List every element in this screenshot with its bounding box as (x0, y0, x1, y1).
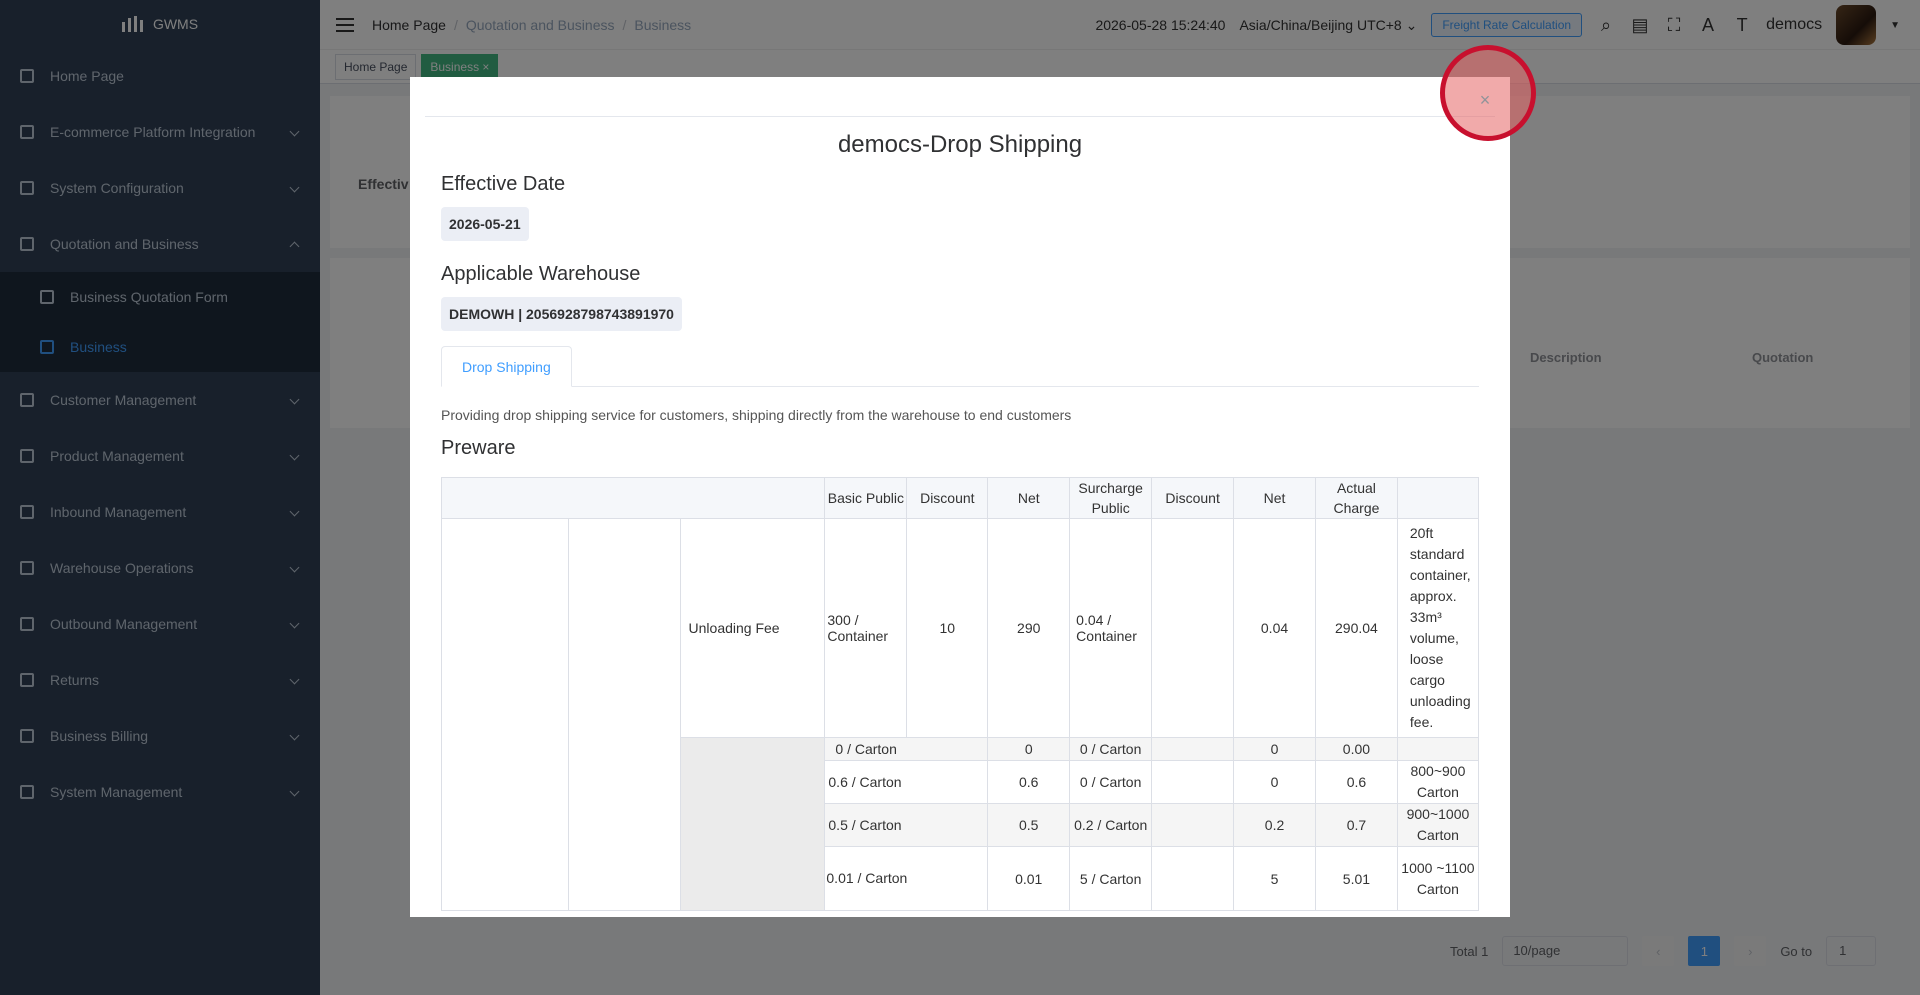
dialog-body: democs-Drop Shipping Effective Date 2026… (410, 131, 1510, 911)
dialog-title: democs-Drop Shipping (837, 131, 1083, 158)
preware-heading: Preware (441, 437, 516, 459)
header-discount: Discount (1151, 477, 1235, 519)
net-cell: 0 (987, 737, 1071, 761)
header-net: Net (987, 477, 1071, 519)
surcharge-net-cell: 0 (1233, 737, 1316, 761)
header-actual-charge: Actual Charge (1314, 477, 1398, 519)
header-blank (440, 477, 826, 519)
net-cell: 0.5 (987, 803, 1071, 847)
net-cell: 0.01 (987, 846, 1071, 911)
surcharge-cell: 0.2 / Carton (1069, 803, 1153, 847)
basic-public-cell: 0 / Carton (824, 737, 989, 761)
header-surcharge-public: Surcharge Public (1069, 477, 1153, 519)
surcharge-cell: 5 / Carton (1069, 846, 1153, 911)
subgroup-cell (567, 518, 681, 911)
surcharge-cell: 0.04 / Container (1069, 518, 1153, 738)
surcharge-cell: 0 / Carton (1069, 737, 1153, 761)
warehouse-heading: Applicable Warehouse (441, 263, 641, 285)
fee-name: Unloading Fee (679, 518, 826, 738)
actual-charge-cell: 0.00 (1314, 737, 1398, 761)
note-cell: 900~1000 Carton (1396, 803, 1480, 847)
surcharge-discount-cell (1151, 737, 1235, 761)
actual-charge-cell: 290.04 (1314, 518, 1398, 738)
table-row: Unloading Fee 300 / Container 10 290 0.0… (441, 518, 1480, 911)
table-header-row: Basic Public Discount Net Surcharge Publ… (440, 477, 1480, 519)
basic-public-cell: 0.5 / Carton (824, 803, 989, 847)
surcharge-discount-cell (1151, 518, 1235, 738)
net-cell: 290 (987, 518, 1071, 738)
note-cell (1396, 737, 1480, 761)
net-cell: 0.6 (987, 760, 1071, 804)
header-discount: Discount (906, 477, 989, 519)
note-cell: 20ft standard container, approx. 33m³ vo… (1396, 518, 1480, 738)
surcharge-net-cell: 0.2 (1233, 803, 1316, 847)
basic-public-cell: 300 / Container (824, 518, 908, 738)
header-basic-public: Basic Public (824, 477, 908, 519)
effective-date-heading: Effective Date (441, 173, 566, 195)
surcharge-discount-cell (1151, 760, 1235, 804)
actual-charge-cell: 0.7 (1314, 803, 1398, 847)
service-tabs: Drop Shipping (441, 346, 1479, 387)
dialog-header (425, 77, 1495, 117)
surcharge-discount-cell (1151, 803, 1235, 847)
surcharge-net-cell: 5 (1233, 846, 1316, 911)
surcharge-cell: 0 / Carton (1069, 760, 1153, 804)
surcharge-net-cell: 0 (1233, 760, 1316, 804)
tier-fee-cell (679, 737, 826, 911)
note-cell: 800~900 Carton (1396, 760, 1480, 804)
close-icon[interactable]: × (1476, 91, 1494, 109)
warehouse-value: DEMOWH | 2056928798743891970 (441, 297, 682, 331)
service-description: Providing drop shipping service for cust… (441, 407, 1072, 423)
surcharge-net-cell: 0.04 (1233, 518, 1316, 738)
group-cell (441, 518, 569, 911)
basic-public-cell: 0.6 / Carton (824, 760, 989, 804)
note-cell: 1000 ~1100 Carton (1396, 846, 1480, 911)
discount-cell: 10 (906, 518, 989, 738)
rates-table: Basic Public Discount Net Surcharge Publ… (440, 477, 1480, 911)
surcharge-discount-cell (1151, 846, 1235, 911)
header-note (1396, 477, 1480, 519)
tab-drop-shipping[interactable]: Drop Shipping (441, 346, 572, 387)
header-net: Net (1233, 477, 1316, 519)
effective-date-value: 2026-05-21 (441, 207, 529, 241)
basic-public-cell: 0.01 / Carton (824, 846, 989, 911)
quotation-dialog: × democs-Drop Shipping Effective Date 20… (410, 77, 1510, 917)
actual-charge-cell: 5.01 (1314, 846, 1398, 911)
actual-charge-cell: 0.6 (1314, 760, 1398, 804)
